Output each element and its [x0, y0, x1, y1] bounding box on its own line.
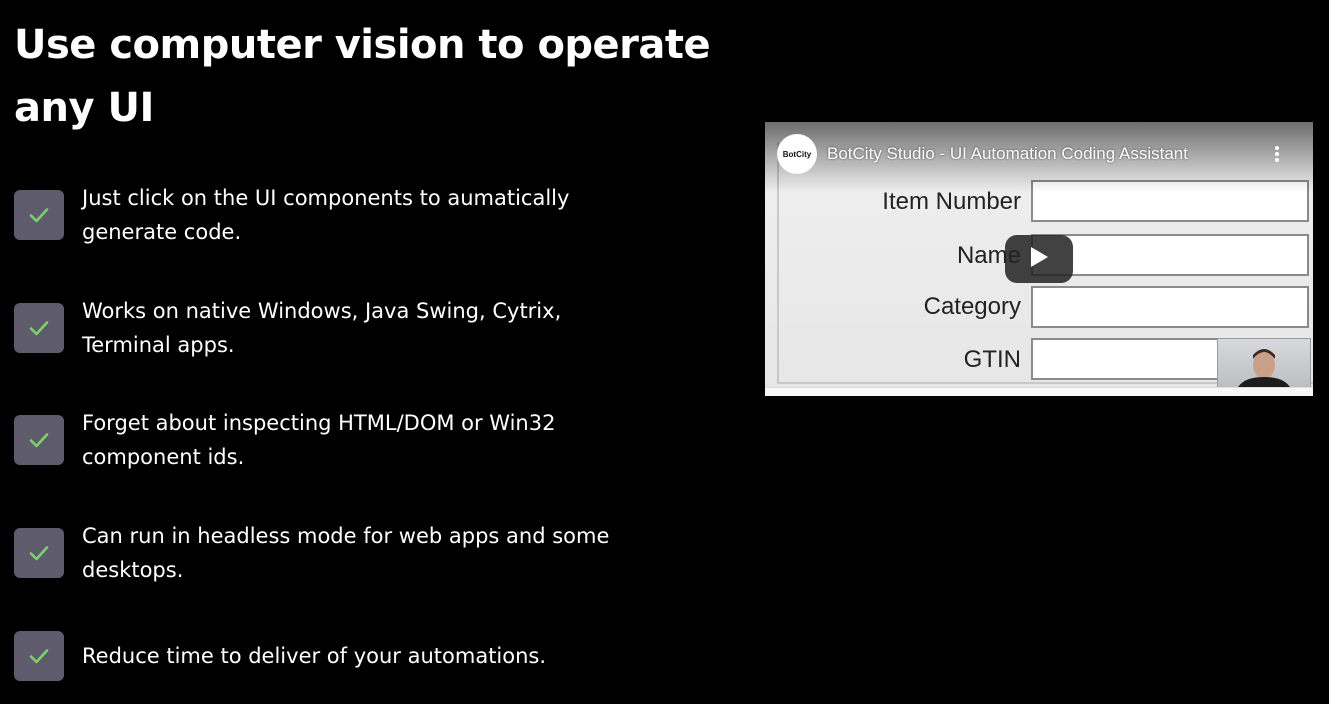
channel-logo-text: BotCity: [782, 149, 812, 159]
video-title[interactable]: BotCity Studio - UI Automation Coding As…: [827, 144, 1188, 164]
feature-text: Just click on the UI components to aumat…: [82, 186, 570, 244]
play-button[interactable]: [1005, 235, 1073, 283]
check-icon: [14, 303, 64, 353]
feature-text: Reduce time to deliver of your automatio…: [82, 644, 547, 668]
thumbnail-field-label: Category: [923, 293, 1021, 320]
thumbnail-field-label: Item Number: [882, 188, 1021, 215]
feature-text: Can run in headless mode for web apps an…: [82, 524, 610, 582]
thumbnail-status-strip: [765, 387, 1313, 396]
feature-text: Forget about inspecting HTML/DOM or Win3…: [82, 411, 556, 469]
check-icon: [14, 528, 64, 578]
thumbnail-field-label: GTIN: [963, 346, 1021, 373]
play-icon: [1029, 246, 1049, 273]
channel-avatar[interactable]: BotCity: [777, 134, 817, 174]
thumbnail-field-box: [1031, 286, 1309, 328]
webcam-overlay: [1217, 338, 1311, 393]
more-vertical-icon[interactable]: [1267, 144, 1287, 164]
feature-text: Works on native Windows, Java Swing, Cyt…: [82, 299, 562, 357]
page-headline: Use computer vision to operate any UI: [14, 22, 711, 131]
check-icon: [14, 631, 64, 681]
video-embed[interactable]: Item Number Name Category GTIN BotCity B…: [765, 122, 1313, 396]
check-icon: [14, 415, 64, 465]
check-icon: [14, 190, 64, 240]
